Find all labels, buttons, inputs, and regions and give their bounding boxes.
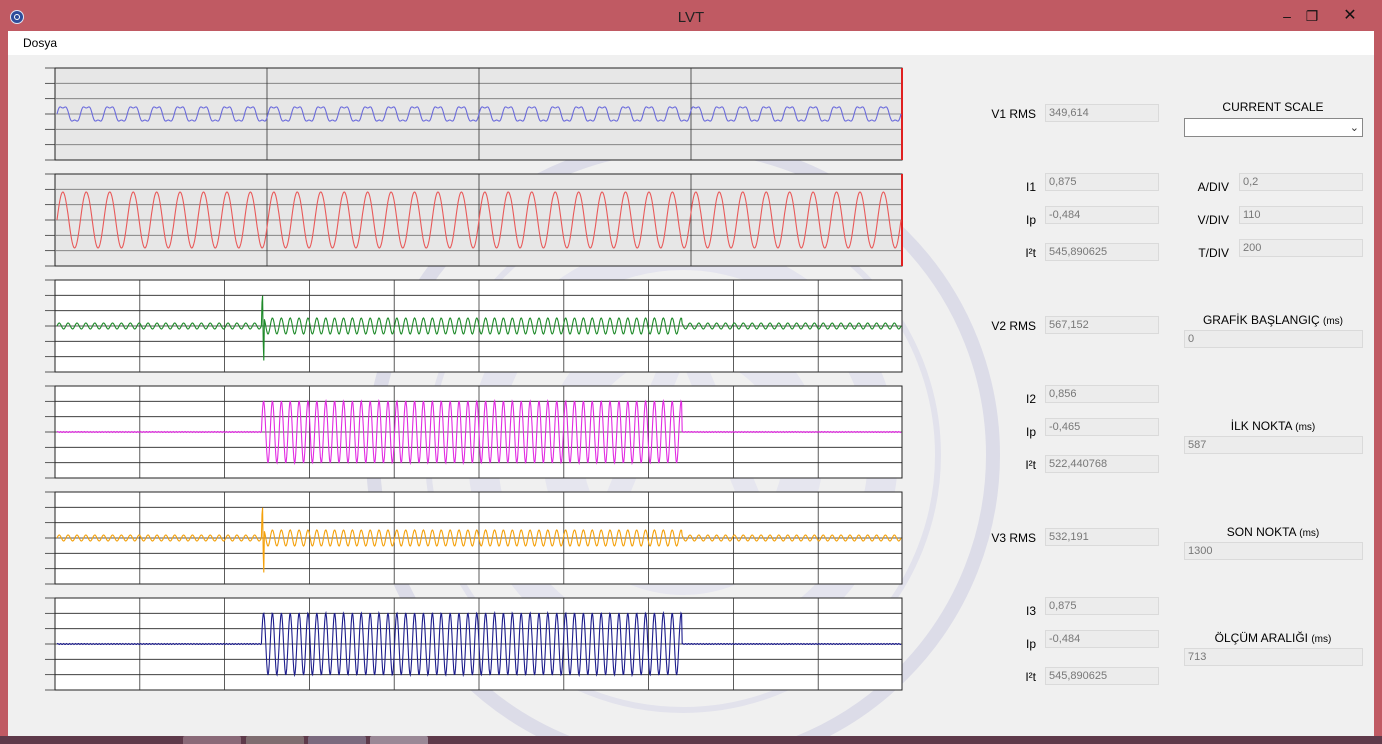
v3-rms-label: V3 RMS [991,531,1036,545]
i2-field[interactable]: 0,856 [1045,385,1159,403]
minimize-button[interactable]: – [1273,6,1301,26]
son-nokta-text: SON NOKTA [1226,525,1296,539]
son-nokta-field[interactable]: 1300 [1184,542,1363,560]
chevron-down-icon: ⌄ [1349,122,1359,134]
i2t1-label: I²t [1025,246,1036,260]
taskbar-app[interactable] [183,736,241,744]
app-window: LVT – ❐ ✕ Dosya V1 RMS 349,614 I1 0,875 … [0,0,1382,736]
i2t1-field[interactable]: 545,890625 [1045,243,1159,261]
grafik-baslangic-label: GRAFİK BAŞLANGIÇ (ms) [1183,313,1363,327]
i2t3-label: I²t [1025,670,1036,684]
taskbar-app[interactable] [308,736,366,744]
a-div-label: A/DIV [1197,180,1229,194]
grafik-baslangic-text: GRAFİK BAŞLANGIÇ [1202,313,1320,327]
title-bar[interactable]: LVT – ❐ ✕ [0,0,1382,31]
v-div-label: V/DIV [1197,213,1229,227]
i2-chart[interactable] [45,385,903,479]
ip2-field[interactable]: -0,465 [1045,418,1159,436]
taskbar-app[interactable] [370,736,428,744]
i2t3-field[interactable]: 545,890625 [1045,667,1159,685]
i2t2-field[interactable]: 522,440768 [1045,455,1159,473]
grafik-baslangic-unit: (ms) [1323,316,1344,327]
t-div-label: T/DIV [1198,246,1229,260]
ilk-nokta-field[interactable]: 587 [1184,436,1363,454]
ip1-label: Ip [1025,213,1036,227]
menu-dosya[interactable]: Dosya [23,36,57,50]
grafik-baslangic-field[interactable]: 0 [1184,330,1363,348]
v3-plot [45,491,903,585]
olcum-araligi-unit: (ms) [1311,634,1332,645]
v3-rms-field[interactable]: 532,191 [1045,528,1159,546]
v1-chart[interactable] [45,67,903,161]
i3-chart[interactable] [45,597,903,691]
v1-rms-label: V1 RMS [991,107,1036,121]
v2-plot [45,279,903,373]
ip3-field[interactable]: -0,484 [1045,630,1159,648]
son-nokta-label: SON NOKTA (ms) [1183,525,1363,539]
olcum-araligi-label: ÖLÇÜM ARALIĞI (ms) [1183,631,1363,645]
v1-plot [45,67,903,161]
i2-plot [45,385,903,479]
a-div-field[interactable]: 0,2 [1239,173,1363,191]
v3-chart[interactable] [45,491,903,585]
i1-field[interactable]: 0,875 [1045,173,1159,191]
restore-button[interactable]: ❐ [1298,6,1326,26]
i2t2-label: I²t [1025,458,1036,472]
t-div-field[interactable]: 200 [1239,239,1363,257]
olcum-araligi-text: ÖLÇÜM ARALIĞI [1214,631,1308,645]
taskbar-app[interactable] [246,736,304,744]
close-button[interactable]: ✕ [1336,6,1364,26]
ilk-nokta-label: İLK NOKTA (ms) [1183,419,1363,433]
ilk-nokta-unit: (ms) [1295,422,1316,433]
v2-rms-label: V2 RMS [991,319,1036,333]
window-title: LVT [677,9,705,26]
v1-rms-field[interactable]: 349,614 [1045,104,1159,122]
i3-label: I3 [1025,604,1036,618]
v2-rms-field[interactable]: 567,152 [1045,316,1159,334]
i2-label: I2 [1025,392,1036,406]
v-div-field[interactable]: 110 [1239,206,1363,224]
client-area: V1 RMS 349,614 I1 0,875 Ip -0,484 I²t 54… [8,55,1374,736]
current-scale-dropdown[interactable]: ⌄ [1184,118,1363,137]
ip1-field[interactable]: -0,484 [1045,206,1159,224]
current-scale-label: CURRENT SCALE [1222,100,1324,114]
menu-bar: Dosya [8,31,1374,55]
son-nokta-unit: (ms) [1299,528,1320,539]
i1-plot [45,173,903,267]
olcum-araligi-field[interactable]: 713 [1184,648,1363,666]
ip2-label: Ip [1025,425,1036,439]
i1-label: I1 [1025,180,1036,194]
i3-plot [45,597,903,691]
ilk-nokta-text: İLK NOKTA [1230,419,1292,433]
i1-chart[interactable] [45,173,903,267]
ip3-label: Ip [1025,637,1036,651]
i3-field[interactable]: 0,875 [1045,597,1159,615]
v2-chart[interactable] [45,279,903,373]
